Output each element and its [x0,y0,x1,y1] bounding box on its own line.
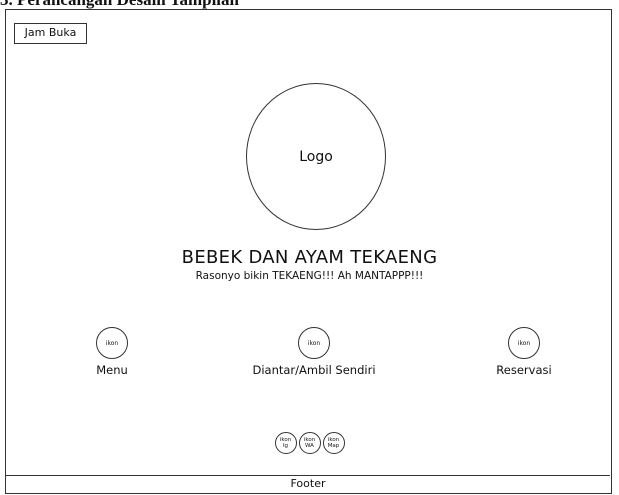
map-icon[interactable]: ikon Map [322,432,345,454]
opening-hours-box[interactable]: Jam Buka [14,23,87,44]
restaurant-title: BEBEK DAN AYAM TEKAENG [181,247,438,268]
whatsapp-icon[interactable]: ikon WA [298,432,321,454]
delivery-icon[interactable]: ikon [298,327,330,359]
reservation-feature[interactable]: ikon Reservasi [424,327,619,377]
reservation-icon[interactable]: ikon [508,327,540,359]
instagram-icon[interactable]: ikon Ig [274,432,297,454]
delivery-pickup-feature[interactable]: ikon Diantar/Ambil Sendiri [214,327,414,377]
footer: Footer [6,475,610,493]
wireframe-page: Jam Buka Logo BEBEK DAN AYAM TEKAENG Ras… [5,9,612,494]
restaurant-tagline: Rasonyo bikin TEKAENG!!! Ah MANTAPPP!!! [195,270,424,282]
reservation-label[interactable]: Reservasi [424,363,619,377]
delivery-pickup-label[interactable]: Diantar/Ambil Sendiri [214,363,414,377]
menu-feature[interactable]: ikon Menu [12,327,212,377]
document-heading: 3. Perancangan Desain Tampilan [0,0,619,9]
menu-label[interactable]: Menu [12,363,212,377]
menu-icon[interactable]: ikon [96,327,128,359]
logo-placeholder: Logo [246,83,386,230]
social-icons: ikon Ig ikon WA ikon Map [6,432,613,454]
logo-label: Logo [299,148,333,165]
